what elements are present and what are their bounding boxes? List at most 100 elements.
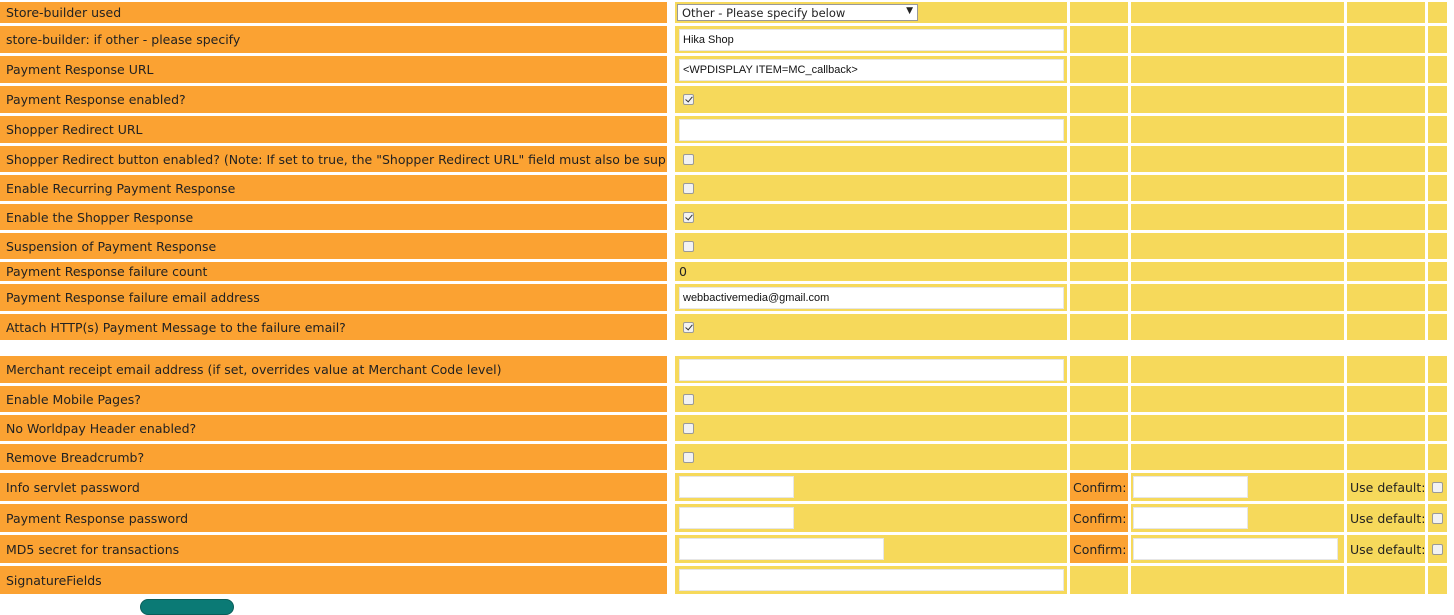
mobile-pages-checkbox[interactable] bbox=[683, 393, 694, 405]
signature-fields-empty-cell-1 bbox=[1070, 566, 1128, 594]
md5-secret-confirm-input[interactable] bbox=[1133, 538, 1338, 560]
signature-fields-empty-cell-2 bbox=[1131, 566, 1344, 594]
payment-response-url-field-cell bbox=[675, 56, 1067, 83]
store-builder-other-empty-cell-4 bbox=[1428, 26, 1447, 53]
shopper-redirect-button-label: Shopper Redirect button enabled? (Note: … bbox=[0, 146, 667, 172]
info-servlet-password-confirm-input[interactable] bbox=[1133, 476, 1248, 498]
info-servlet-password-label: Info servlet password bbox=[0, 473, 667, 501]
shopper-redirect-button-checkbox[interactable] bbox=[683, 153, 694, 165]
info-servlet-password-use-default-label: Use default: bbox=[1347, 473, 1426, 501]
md5-secret-input[interactable] bbox=[679, 538, 884, 560]
signature-fields-label: SignatureFields bbox=[0, 566, 667, 594]
shopper-redirect-url-empty-cell-2 bbox=[1131, 116, 1344, 143]
merchant-receipt-email-empty-cell-1 bbox=[1070, 356, 1128, 383]
signature-fields-input[interactable] bbox=[679, 569, 1064, 591]
payment-response-url-empty-cell-1 bbox=[1070, 56, 1128, 83]
shopper-redirect-button-empty-cell-1 bbox=[1070, 146, 1128, 172]
md5-secret-use-default-checkbox[interactable] bbox=[1432, 543, 1443, 555]
failure-email-empty-cell-1 bbox=[1070, 284, 1128, 311]
payment-response-suspension-empty-cell-1 bbox=[1070, 233, 1128, 259]
remove-breadcrumb-empty-cell-3 bbox=[1347, 444, 1425, 470]
recurring-payment-response-checkbox[interactable] bbox=[683, 182, 694, 194]
shopper-redirect-button-empty-cell-3 bbox=[1347, 146, 1425, 172]
store-builder-other-input[interactable] bbox=[679, 28, 1064, 51]
recurring-payment-response-label: Enable Recurring Payment Response bbox=[0, 175, 667, 201]
remove-breadcrumb-empty-cell-2 bbox=[1131, 444, 1344, 470]
dropdown-arrow-icon: ▼ bbox=[906, 6, 913, 16]
mobile-pages-empty-cell-3 bbox=[1347, 386, 1425, 412]
failure-count-empty-cell-1 bbox=[1070, 262, 1128, 281]
payment-response-url-empty-cell-2 bbox=[1131, 56, 1344, 83]
payment-response-password-input[interactable] bbox=[679, 507, 794, 529]
shopper-response-checkbox[interactable] bbox=[683, 211, 694, 223]
payment-response-password-label: Payment Response password bbox=[0, 504, 667, 532]
payment-response-enabled-field-cell bbox=[675, 86, 1067, 113]
mobile-pages-label: Enable Mobile Pages? bbox=[0, 386, 667, 412]
failure-count-empty-cell-4 bbox=[1428, 262, 1447, 281]
no-worldpay-header-checkbox[interactable] bbox=[683, 422, 694, 434]
payment-response-password-use-default-checkbox[interactable] bbox=[1432, 512, 1443, 524]
shopper-redirect-url-label: Shopper Redirect URL bbox=[0, 116, 667, 143]
payment-response-enabled-empty-cell-4 bbox=[1428, 86, 1447, 113]
mobile-pages-empty-cell-2 bbox=[1131, 386, 1344, 412]
payment-response-suspension-empty-cell-2 bbox=[1131, 233, 1344, 259]
shopper-redirect-url-field-cell bbox=[675, 116, 1067, 143]
md5-secret-confirm-label: Confirm: bbox=[1070, 535, 1128, 563]
failure-email-label: Payment Response failure email address bbox=[0, 284, 667, 311]
remove-breadcrumb-field-cell bbox=[675, 444, 1067, 470]
no-worldpay-header-label: No Worldpay Header enabled? bbox=[0, 415, 667, 441]
payment-response-url-empty-cell-4 bbox=[1428, 56, 1447, 83]
store-builder-selected-value: Other - Please specify below bbox=[682, 5, 846, 20]
recurring-payment-response-empty-cell-3 bbox=[1347, 175, 1425, 201]
store-builder-other-field-cell bbox=[675, 26, 1067, 53]
payment-response-password-confirm-label: Confirm: bbox=[1070, 504, 1128, 532]
attach-http-message-checkbox[interactable] bbox=[683, 321, 694, 333]
failure-email-input[interactable] bbox=[679, 286, 1064, 309]
info-servlet-password-use-default-checkbox[interactable] bbox=[1432, 481, 1443, 493]
merchant-receipt-email-empty-cell-3 bbox=[1347, 356, 1425, 383]
info-servlet-password-use-default-cell bbox=[1428, 473, 1447, 501]
payment-response-suspension-label: Suspension of Payment Response bbox=[0, 233, 667, 259]
remove-breadcrumb-checkbox[interactable] bbox=[683, 451, 694, 463]
attach-http-message-empty-cell-4 bbox=[1428, 314, 1447, 340]
recurring-payment-response-empty-cell-2 bbox=[1131, 175, 1344, 201]
info-servlet-password-confirm-label: Confirm: bbox=[1070, 473, 1128, 501]
shopper-redirect-button-empty-cell-2 bbox=[1131, 146, 1344, 172]
payment-response-password-confirm-input[interactable] bbox=[1133, 507, 1248, 529]
signature-fields-field-cell bbox=[675, 566, 1067, 594]
signature-fields-empty-cell-4 bbox=[1428, 566, 1447, 594]
no-worldpay-header-empty-cell-2 bbox=[1131, 415, 1344, 441]
store-builder-other-empty-cell-3 bbox=[1347, 26, 1425, 53]
merchant-receipt-email-empty-cell-4 bbox=[1428, 356, 1447, 383]
info-servlet-password-input[interactable] bbox=[679, 476, 794, 498]
shopper-redirect-url-input[interactable] bbox=[679, 118, 1064, 141]
md5-secret-use-default-cell bbox=[1428, 535, 1447, 563]
md5-secret-label: MD5 secret for transactions bbox=[0, 535, 667, 563]
no-worldpay-header-field-cell bbox=[675, 415, 1067, 441]
failure-count-value: 0 bbox=[679, 264, 687, 279]
info-servlet-password-field-cell bbox=[675, 473, 1067, 501]
failure-count-empty-cell-2 bbox=[1131, 262, 1344, 281]
failure-email-empty-cell-2 bbox=[1131, 284, 1344, 311]
store-builder-empty-cell-3 bbox=[1347, 2, 1425, 23]
no-worldpay-header-empty-cell-1 bbox=[1070, 415, 1128, 441]
payment-response-suspension-checkbox[interactable] bbox=[683, 240, 694, 252]
no-worldpay-header-empty-cell-3 bbox=[1347, 415, 1425, 441]
payment-response-enabled-empty-cell-3 bbox=[1347, 86, 1425, 113]
payment-response-url-input[interactable] bbox=[679, 58, 1064, 81]
payment-response-url-empty-cell-3 bbox=[1347, 56, 1425, 83]
merchant-receipt-email-input[interactable] bbox=[679, 358, 1064, 381]
payment-response-suspension-empty-cell-4 bbox=[1428, 233, 1447, 259]
store-builder-other-empty-cell-2 bbox=[1131, 26, 1344, 53]
remove-breadcrumb-label: Remove Breadcrumb? bbox=[0, 444, 667, 470]
payment-response-enabled-checkbox[interactable] bbox=[683, 94, 694, 105]
store-builder-select[interactable]: Other - Please specify below ▼ bbox=[677, 4, 918, 21]
merchant-receipt-email-field-cell bbox=[675, 356, 1067, 383]
payment-response-enabled-empty-cell-1 bbox=[1070, 86, 1128, 113]
store-builder-other-empty-cell-1 bbox=[1070, 26, 1128, 53]
recurring-payment-response-empty-cell-1 bbox=[1070, 175, 1128, 201]
submit-button[interactable] bbox=[140, 599, 234, 615]
store-builder-empty-cell-4 bbox=[1428, 2, 1447, 23]
payment-response-password-field-cell bbox=[675, 504, 1067, 532]
shopper-redirect-button-field-cell bbox=[675, 146, 1067, 172]
